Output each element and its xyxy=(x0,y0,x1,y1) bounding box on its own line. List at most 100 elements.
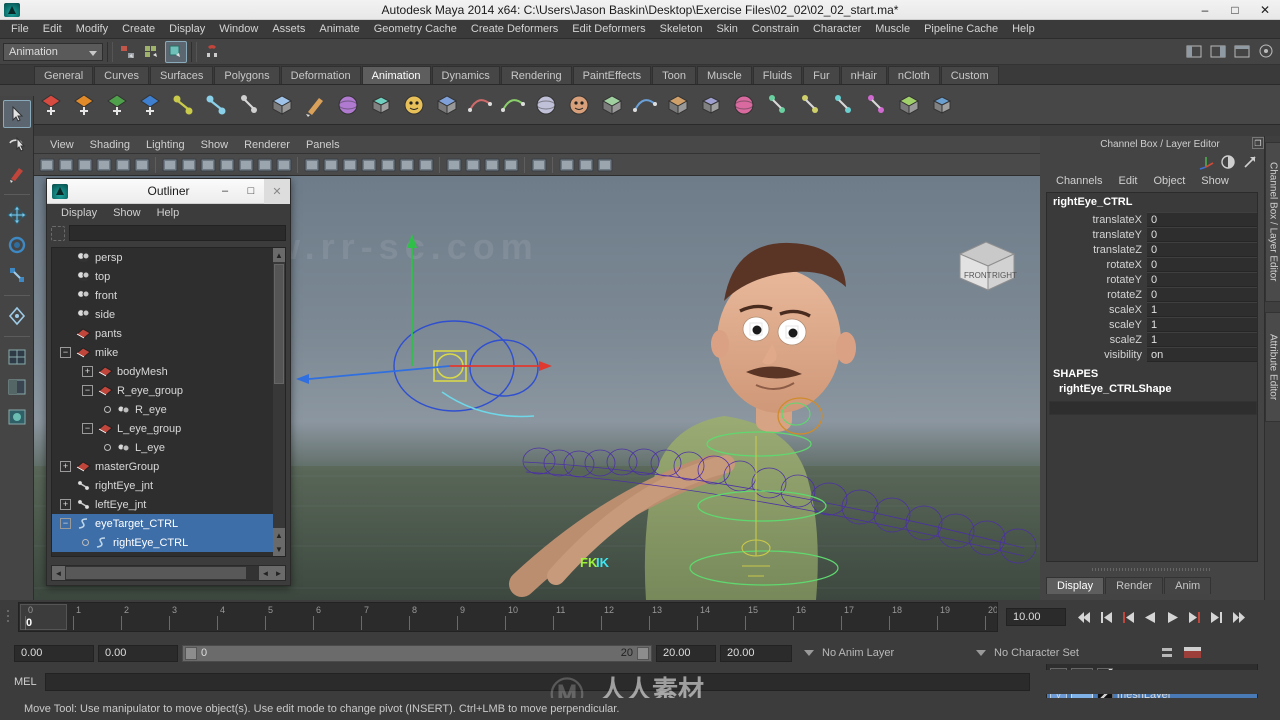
camera-attributes-icon[interactable] xyxy=(57,156,74,173)
show-hide-editor-icon[interactable] xyxy=(1183,41,1205,63)
outliner-tree[interactable]: persp top front side pants − mike + bodyMesh − R_e… xyxy=(51,247,286,557)
scroll-up-arrow[interactable]: ▲ xyxy=(273,248,285,262)
shelf-tab-fur[interactable]: Fur xyxy=(803,66,840,84)
set-key-scale-icon[interactable] xyxy=(135,89,165,121)
channel-row-visibility[interactable]: visibility on xyxy=(1047,347,1257,362)
panel-resize-grip[interactable] xyxy=(1046,566,1258,572)
arrow-toggle-icon[interactable] xyxy=(1242,154,1258,170)
shelf-tab-fluids[interactable]: Fluids xyxy=(752,66,803,84)
menu-item-edit[interactable]: Edit xyxy=(36,21,69,37)
menu-item-edit-deformers[interactable]: Edit Deformers xyxy=(565,21,652,37)
wrap-icon[interactable] xyxy=(432,89,462,121)
depth-of-field-icon[interactable] xyxy=(502,156,519,173)
grid-toggle-icon[interactable] xyxy=(558,156,575,173)
menu-item-character[interactable]: Character xyxy=(806,21,868,37)
shelf-tab-toon[interactable]: Toon xyxy=(652,66,696,84)
layer-editor-tab-display[interactable]: Display xyxy=(1046,577,1105,594)
lattice-icon[interactable] xyxy=(366,89,396,121)
select-by-component-icon[interactable] xyxy=(165,40,187,63)
outliner-horizontal-scrollbar[interactable]: ◄ ◄ ► xyxy=(51,565,286,581)
expand-plus-icon[interactable]: + xyxy=(82,366,93,377)
shelf-tab-painteffects[interactable]: PaintEffects xyxy=(572,66,652,84)
character-set-icon[interactable] xyxy=(564,89,594,121)
shelf-tab-deformation[interactable]: Deformation xyxy=(280,66,361,84)
scroll-down-arrow[interactable]: ▼ xyxy=(273,542,285,556)
outliner-item-top[interactable]: top xyxy=(52,267,273,286)
joint-tool-icon[interactable] xyxy=(234,89,264,121)
shelf-tab-custom[interactable]: Custom xyxy=(940,66,999,84)
channel-box-body[interactable]: rightEye_CTRL translateX 0 translateY 0 tran… xyxy=(1046,192,1258,562)
select-by-hierarchy-icon[interactable] xyxy=(117,41,139,63)
constraint-parent-icon[interactable] xyxy=(762,89,792,121)
shelf-tab-nhair[interactable]: nHair xyxy=(840,66,887,84)
outliner-search-input[interactable] xyxy=(69,225,286,241)
time-slider[interactable]: 0 0 1 2 3 4 5 6 7 8 9 10 11 12 13 14 15 16 17 18 19 20 xyxy=(18,602,998,632)
range-slider[interactable]: 0 20 xyxy=(182,644,652,662)
view-cube[interactable]: FRONT RIGHT xyxy=(946,236,1026,296)
use-default-light-icon[interactable] xyxy=(379,156,396,173)
cluster-icon[interactable] xyxy=(333,89,363,121)
motion-path-icon[interactable] xyxy=(498,89,528,121)
playback-start-field[interactable]: 0.00 xyxy=(14,644,94,662)
current-time-field[interactable]: 10.00 xyxy=(1006,608,1066,626)
isolate-select-icon[interactable] xyxy=(530,156,547,173)
channel-row-scalex[interactable]: scaleX 1 xyxy=(1047,302,1257,317)
xray-joints-icon[interactable] xyxy=(256,156,273,173)
deform-icon[interactable] xyxy=(894,89,924,121)
outliner-item-l_eye_group[interactable]: − L_eye_group xyxy=(52,419,273,438)
range-right-handle[interactable] xyxy=(637,646,649,660)
set-key-icon[interactable] xyxy=(36,89,66,121)
shelf-tab-general[interactable]: General xyxy=(34,66,94,84)
show-manipulator-tool-icon[interactable] xyxy=(3,302,31,330)
time-slider-grip[interactable] xyxy=(0,600,18,634)
outliner-vertical-scrollbar[interactable]: ▲ ▲ ▼ xyxy=(273,248,285,556)
shelf-tab-rendering[interactable]: Rendering xyxy=(500,66,572,84)
snap-magnet-icon[interactable] xyxy=(201,41,223,63)
outliner-menu-help[interactable]: Help xyxy=(149,207,188,219)
menu-item-create-deformers[interactable]: Create Deformers xyxy=(464,21,565,37)
ik-handle-icon[interactable] xyxy=(168,89,198,121)
constraint-point-icon[interactable] xyxy=(795,89,825,121)
channel-value[interactable]: 0 xyxy=(1147,242,1257,257)
shadows-icon[interactable] xyxy=(417,156,434,173)
scroll-down-arrow-a[interactable]: ▲ xyxy=(273,528,285,542)
menu-item-window[interactable]: Window xyxy=(212,21,265,37)
collapse-minus-icon[interactable]: − xyxy=(82,423,93,434)
close-button[interactable]: ✕ xyxy=(1250,0,1280,20)
animation-preferences-icon[interactable] xyxy=(1184,646,1202,660)
blendshape-icon[interactable] xyxy=(399,89,429,121)
h-scroll-right-arrow[interactable]: ► xyxy=(272,566,285,580)
viewport-menu-lighting[interactable]: Lighting xyxy=(138,139,193,151)
layer-editor-tab-render[interactable]: Render xyxy=(1105,577,1164,594)
shelf-tab-dynamics[interactable]: Dynamics xyxy=(431,66,500,84)
paint-effects-icon[interactable] xyxy=(133,156,150,173)
go-to-end-button[interactable] xyxy=(1230,609,1246,625)
image-plane-icon[interactable] xyxy=(76,156,93,173)
constraint-aim-icon[interactable] xyxy=(828,89,858,121)
ghost-icon[interactable] xyxy=(531,89,561,121)
set-key-rotate-icon[interactable] xyxy=(102,89,132,121)
outliner-item-persp[interactable]: persp xyxy=(52,248,273,267)
channel-row-rotatez[interactable]: rotateZ 0 xyxy=(1047,287,1257,302)
panel-undock-button[interactable]: ❐ xyxy=(1252,137,1264,149)
outliner-item-l_eye[interactable]: L_eye xyxy=(52,438,273,457)
xray-icon[interactable] xyxy=(237,156,254,173)
channel-value[interactable]: 0 xyxy=(1147,257,1257,272)
viewport-menu-shading[interactable]: Shading xyxy=(82,139,138,151)
outliner-item-front[interactable]: front xyxy=(52,286,273,305)
channel-row-scalez[interactable]: scaleZ 1 xyxy=(1047,332,1257,347)
dope-sheet-icon[interactable] xyxy=(663,89,693,121)
outliner-menu-display[interactable]: Display xyxy=(53,207,105,219)
shelf-tab-curves[interactable]: Curves xyxy=(94,66,149,84)
channel-value[interactable]: 0 xyxy=(1147,227,1257,242)
mel-label[interactable]: MEL xyxy=(14,676,37,688)
side-tab-channel-box[interactable]: Channel Box / Layer Editor xyxy=(1265,142,1280,302)
trax-icon[interactable] xyxy=(597,89,627,121)
outliner-item-bodymesh[interactable]: + bodyMesh xyxy=(52,362,273,381)
anim-layer-dropdown[interactable]: No Anim Layer xyxy=(804,644,964,662)
menu-item-pipeline-cache[interactable]: Pipeline Cache xyxy=(917,21,1005,37)
viewport-menu-panels[interactable]: Panels xyxy=(298,139,348,151)
step-back-key-button[interactable] xyxy=(1098,609,1114,625)
two-sided-lighting-icon[interactable] xyxy=(95,156,112,173)
outliner-item-lefteye_ctrl[interactable]: leftEye_CTRL xyxy=(52,552,273,557)
